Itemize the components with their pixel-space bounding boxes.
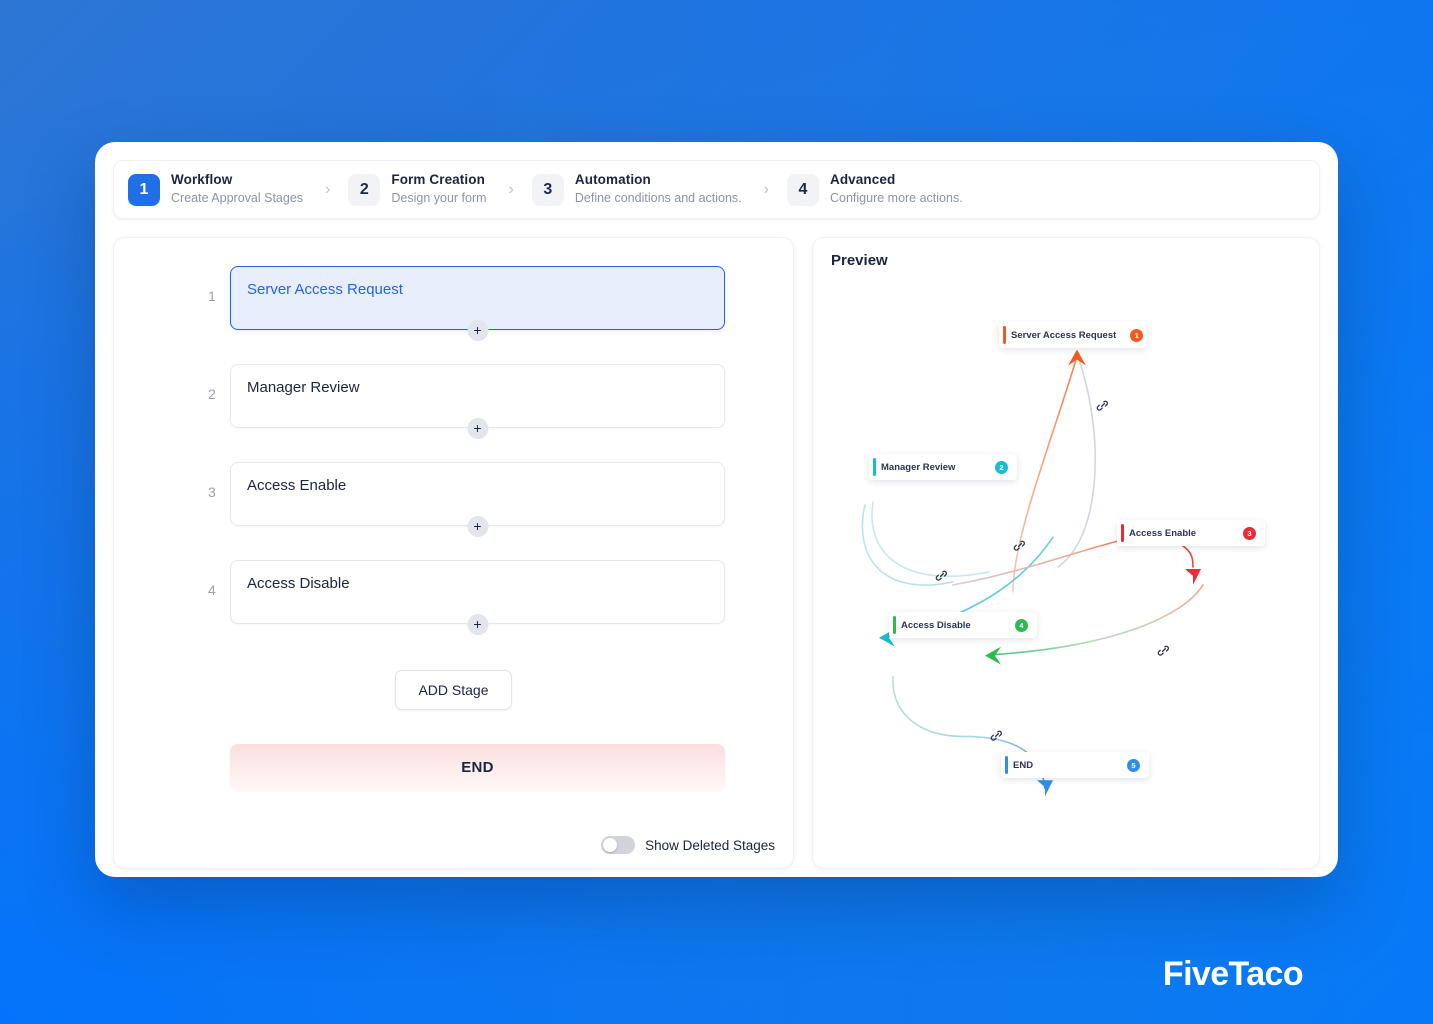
- stage-index: 2: [208, 386, 216, 402]
- node-label: Access Disable: [901, 619, 971, 631]
- step-automation[interactable]: 3 Automation Define conditions and actio…: [531, 172, 742, 207]
- diagram-node-manager-review[interactable]: Manager Review 2: [869, 454, 1017, 480]
- step-subtitle: Define conditions and actions.: [574, 191, 742, 206]
- brand-logo: FiveTaco: [1162, 955, 1304, 993]
- diagram-node-end[interactable]: END 5: [1001, 752, 1149, 778]
- node-label: Server Access Request: [1011, 329, 1117, 341]
- stage-row[interactable]: 2 Manager Review +: [208, 364, 725, 439]
- show-deleted-stages-label: Show Deleted Stages: [645, 837, 775, 853]
- node-label: Manager Review: [881, 461, 956, 473]
- node-accent-bar: [1003, 326, 1006, 344]
- node-accent-bar: [873, 458, 876, 476]
- diagram-node-server-access-request[interactable]: Server Access Request 1: [999, 322, 1147, 348]
- step-form-creation[interactable]: 2 Form Creation Design your form: [348, 172, 487, 207]
- show-deleted-stages-row[interactable]: Show Deleted Stages: [601, 836, 775, 854]
- stage-name: Server Access Request: [247, 281, 403, 298]
- step-title: Automation: [574, 172, 651, 188]
- link-icon[interactable]: [935, 568, 949, 582]
- step-subtitle: Configure more actions.: [829, 191, 963, 206]
- stage-editor-panel: 1 Server Access Request + 2 Manager Revi…: [113, 237, 794, 869]
- step-title: Workflow: [171, 172, 233, 188]
- add-stage-below-icon[interactable]: +: [467, 614, 488, 635]
- node-badge: 3: [1243, 526, 1256, 540]
- end-bar: END: [230, 744, 725, 790]
- step-subtitle: Create Approval Stages: [171, 191, 304, 206]
- stage-index: 4: [208, 582, 216, 598]
- node-accent-bar: [893, 616, 896, 634]
- node-label: Access Enable: [1129, 527, 1197, 539]
- step-title: Form Creation: [391, 172, 485, 188]
- stage-name: Manager Review: [247, 379, 360, 396]
- add-stage-below-icon[interactable]: +: [467, 516, 488, 537]
- wizard-stepper: 1 Workflow Create Approval Stages › 2 Fo…: [113, 160, 1320, 219]
- link-icon[interactable]: [1157, 643, 1171, 657]
- step-title: Advanced: [829, 172, 896, 188]
- add-stage-button[interactable]: ADD Stage: [395, 670, 512, 710]
- node-accent-bar: [1121, 524, 1124, 542]
- link-icon[interactable]: [990, 728, 1004, 742]
- diagram-node-access-enable[interactable]: Access Enable 3: [1117, 520, 1265, 546]
- diagram-node-access-disable[interactable]: Access Disable 4: [889, 612, 1037, 638]
- stage-row[interactable]: 3 Access Enable +: [208, 462, 725, 537]
- stage-row[interactable]: 4 Access Disable +: [208, 560, 725, 635]
- step-number-badge: 2: [348, 173, 381, 206]
- stage-index: 3: [208, 484, 216, 500]
- step-workflow[interactable]: 1 Workflow Create Approval Stages: [128, 172, 303, 207]
- chevron-right-icon: ›: [508, 180, 514, 198]
- step-subtitle: Design your form: [391, 191, 487, 206]
- node-badge: 1: [1130, 328, 1144, 342]
- node-badge: 4: [1015, 618, 1028, 632]
- show-deleted-stages-toggle[interactable]: [601, 836, 636, 854]
- step-number-badge: 3: [531, 173, 564, 206]
- link-icon[interactable]: [1013, 538, 1027, 552]
- node-badge: 5: [1127, 758, 1140, 772]
- stage-name: Access Enable: [247, 477, 347, 494]
- step-number-badge: 4: [786, 173, 819, 206]
- node-label: END: [1013, 759, 1034, 771]
- node-badge: 2: [995, 460, 1008, 474]
- preview-panel: Preview Server Access Request 1 Manager …: [812, 237, 1320, 869]
- add-stage-below-icon[interactable]: +: [467, 418, 488, 439]
- stage-row[interactable]: 1 Server Access Request +: [208, 266, 725, 341]
- chevron-right-icon: ›: [325, 180, 331, 198]
- step-advanced[interactable]: 4 Advanced Configure more actions.: [786, 172, 963, 207]
- stage-index: 1: [208, 288, 216, 304]
- stage-list: 1 Server Access Request + 2 Manager Revi…: [114, 238, 793, 635]
- step-number-badge: 1: [128, 173, 160, 206]
- chevron-right-icon: ›: [763, 180, 769, 198]
- stage-name: Access Disable: [247, 575, 350, 592]
- app-window: 1 Workflow Create Approval Stages › 2 Fo…: [95, 142, 1338, 877]
- node-accent-bar: [1005, 756, 1008, 774]
- add-stage-below-icon[interactable]: +: [467, 320, 488, 341]
- workflow-diagram-canvas[interactable]: Server Access Request 1 Manager Review 2…: [813, 238, 1319, 868]
- link-icon[interactable]: [1096, 398, 1110, 412]
